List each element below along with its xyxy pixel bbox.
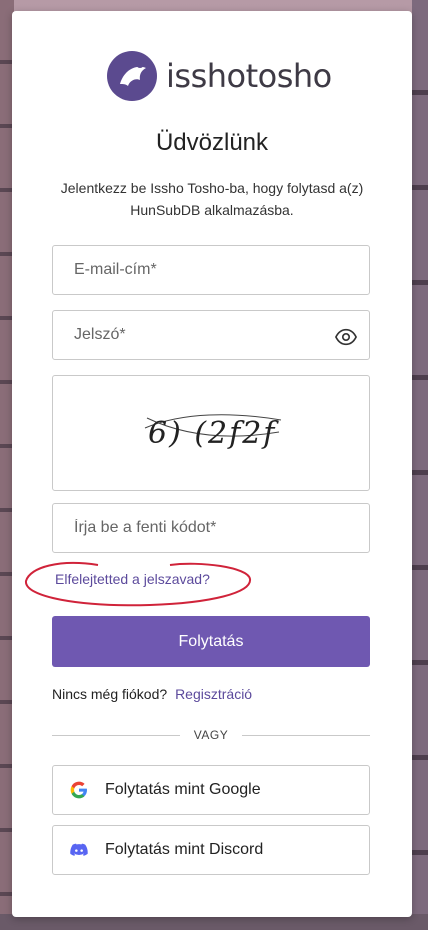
or-divider: VAGY — [52, 728, 370, 742]
divider-text: VAGY — [193, 728, 229, 742]
brand-name: isshotosho — [166, 57, 332, 95]
signup-prompt: Nincs még fiókod? — [52, 686, 168, 702]
google-login-label: Folytatás mint Google — [105, 781, 261, 798]
divider-line-right — [242, 734, 370, 736]
captcha-code: 6) (2f2f — [148, 416, 277, 451]
show-password-eye-icon[interactable] — [335, 326, 357, 348]
login-card: isshotosho Üdvözlünk Jelentkezz be Issho… — [12, 11, 412, 917]
signup-link[interactable]: Regisztráció — [175, 686, 252, 702]
captcha-field[interactable] — [52, 503, 370, 553]
forgot-password-link[interactable]: Elfelejtetted a jelszavad? — [55, 571, 210, 587]
captcha-image: 6) (2f2f — [52, 375, 370, 491]
google-icon — [70, 781, 87, 799]
page-subtitle: Jelentkezz be Issho Tosho-ba, hogy folyt… — [60, 180, 364, 218]
page-title: Üdvözlünk — [155, 129, 269, 156]
email-field[interactable] — [52, 245, 370, 295]
discord-icon — [70, 843, 88, 856]
discord-login-button[interactable]: Folytatás mint Discord — [52, 825, 370, 875]
background-bookshelf-right — [412, 0, 428, 930]
brand-logo-icon — [107, 51, 157, 101]
continue-button[interactable]: Folytatás — [52, 616, 370, 667]
captcha-input[interactable] — [53, 504, 369, 552]
divider-line-left — [52, 734, 180, 736]
discord-login-label: Folytatás mint Discord — [105, 841, 264, 858]
brand-logo: isshotosho — [106, 50, 332, 102]
password-input[interactable] — [53, 311, 369, 359]
password-field[interactable] — [52, 310, 370, 360]
signup-row: Nincs még fiókod? Regisztráció — [52, 686, 252, 702]
google-login-button[interactable]: Folytatás mint Google — [52, 765, 370, 815]
email-input[interactable] — [53, 246, 369, 294]
